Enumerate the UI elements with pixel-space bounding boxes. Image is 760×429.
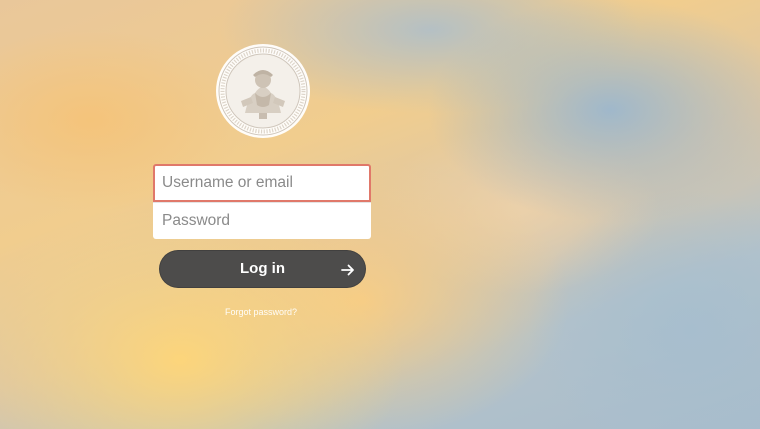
forgot-password-link[interactable]: Forgot password? bbox=[200, 307, 322, 317]
arrow-right-icon bbox=[341, 264, 354, 276]
login-form bbox=[153, 164, 371, 239]
password-field[interactable] bbox=[153, 202, 371, 239]
login-button-label: Log in bbox=[240, 260, 285, 277]
sky-background bbox=[0, 0, 760, 429]
login-button[interactable]: Log in bbox=[159, 250, 366, 288]
username-field[interactable] bbox=[153, 164, 371, 202]
university-seal-logo bbox=[216, 44, 310, 138]
